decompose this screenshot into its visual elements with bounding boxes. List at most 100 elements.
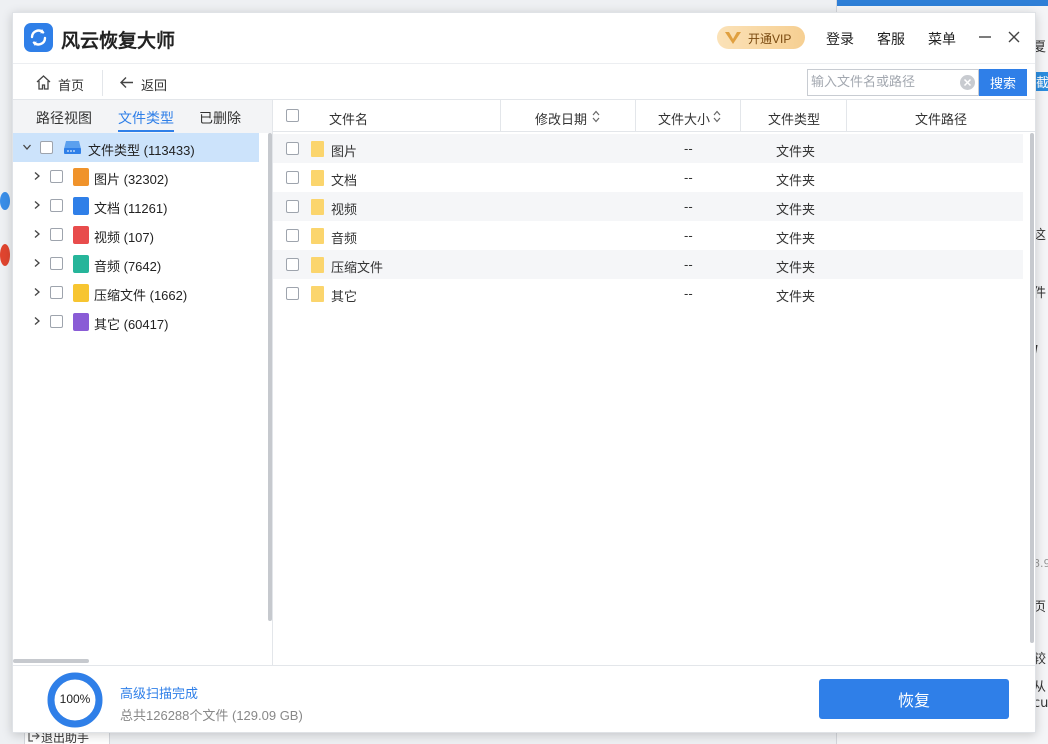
table-row[interactable]: 文档 -- 文件夹 (273, 163, 1023, 192)
tree-item-other[interactable]: 其它 (60417) (13, 307, 259, 336)
document-icon (73, 197, 89, 215)
video-icon (73, 226, 89, 244)
tree-item-label: 文档 (11261) (94, 201, 168, 216)
tree-checkbox[interactable] (40, 141, 53, 154)
recover-button[interactable]: 恢复 (819, 679, 1009, 719)
column-header-path[interactable]: 文件路径 (847, 100, 1035, 132)
cell-name: 文档 (331, 173, 358, 188)
navigation-bar: 首页 返回 搜索 (13, 63, 1035, 100)
cell-name: 音频 (331, 231, 358, 246)
tab-file-type[interactable]: 文件类型 (118, 108, 174, 132)
table-row[interactable]: 音频 -- 文件夹 (273, 221, 1023, 250)
sort-icon[interactable] (591, 110, 601, 123)
row-checkbox[interactable] (286, 142, 299, 155)
tree-root-file-type[interactable]: 文件类型 (113433) (13, 133, 259, 162)
tree-checkbox[interactable] (50, 199, 63, 212)
folder-icon (311, 228, 324, 244)
tree-horizontal-scrollbar[interactable] (13, 659, 89, 663)
search-input[interactable] (811, 73, 957, 92)
column-label: 文件路径 (915, 112, 968, 127)
tree-item-label: 视频 (107) (94, 230, 154, 245)
tree-item-videos[interactable]: 视频 (107) (13, 220, 259, 249)
tree-item-archives[interactable]: 压缩文件 (1662) (13, 278, 259, 307)
cell-name: 图片 (331, 144, 358, 159)
other-icon (73, 313, 89, 331)
search-button[interactable]: 搜索 (979, 69, 1027, 96)
chevron-right-icon[interactable] (32, 287, 42, 297)
tree-item-documents[interactable]: 文档 (11261) (13, 191, 259, 220)
table-vertical-scrollbar[interactable] (1030, 133, 1034, 643)
service-link[interactable]: 客服 (877, 29, 905, 49)
tree-checkbox[interactable] (50, 286, 63, 299)
view-tabs: 路径视图 文件类型 已删除 (13, 100, 272, 133)
tree-item-images[interactable]: 图片 (32302) (13, 162, 259, 191)
home-button[interactable]: 首页 (35, 73, 95, 93)
tree-checkbox[interactable] (50, 315, 63, 328)
cell-name: 压缩文件 (331, 260, 384, 275)
menu-link[interactable]: 菜单 (928, 29, 956, 49)
row-checkbox[interactable] (286, 287, 299, 300)
back-arrow-icon (120, 77, 133, 88)
back-button[interactable]: 返回 (118, 73, 178, 93)
cell-size: -- (684, 286, 693, 301)
cell-type: 文件夹 (776, 202, 816, 217)
table-row[interactable]: 图片 -- 文件夹 (273, 134, 1023, 163)
tree-item-audio[interactable]: 音频 (7642) (13, 249, 259, 278)
select-all-checkbox[interactable] (286, 109, 299, 122)
folder-icon (311, 141, 324, 157)
status-footer: 100% 高级扫描完成 总共126288个文件 (129.09 GB) 恢复 (13, 665, 1035, 732)
column-header-name[interactable]: 文件名 (309, 100, 501, 132)
sort-icon[interactable] (712, 110, 722, 123)
table-row[interactable]: 其它 -- 文件夹 (273, 279, 1023, 308)
row-checkbox[interactable] (286, 171, 299, 184)
row-checkbox[interactable] (286, 200, 299, 213)
chevron-right-icon[interactable] (32, 200, 42, 210)
tab-deleted[interactable]: 已删除 (199, 108, 241, 132)
column-header-type[interactable]: 文件类型 (741, 100, 847, 132)
tree-item-label: 音频 (7642) (94, 259, 162, 274)
table-row[interactable]: 视频 -- 文件夹 (273, 192, 1023, 221)
tab-path-view[interactable]: 路径视图 (36, 108, 92, 132)
tree-checkbox[interactable] (50, 170, 63, 183)
tree-vertical-scrollbar[interactable] (268, 133, 272, 621)
table-row[interactable]: 压缩文件 -- 文件夹 (273, 250, 1023, 279)
cell-type: 文件夹 (776, 260, 816, 275)
clear-search-button[interactable] (960, 75, 975, 90)
chevron-right-icon[interactable] (32, 171, 42, 181)
title-bar: 风云恢复大师 开通VIP 登录 客服 菜单 (13, 13, 1035, 63)
app-title: 风云恢复大师 (61, 30, 176, 52)
close-button[interactable] (1004, 27, 1024, 47)
chevron-down-icon[interactable] (22, 142, 32, 152)
cell-name: 视频 (331, 202, 358, 217)
minimize-button[interactable] (975, 27, 995, 47)
background-icon (0, 192, 10, 210)
left-panel: 路径视图 文件类型 已删除 文件类型 (113433) 图片 (32302) 文… (13, 100, 273, 665)
tree-item-label: 其它 (60417) (94, 317, 169, 332)
archive-icon (73, 284, 89, 302)
column-header-date[interactable]: 修改日期 (501, 100, 636, 132)
vip-crown-icon (725, 32, 741, 44)
column-label: 文件名 (329, 112, 369, 127)
chevron-right-icon[interactable] (32, 229, 42, 239)
cell-type: 文件夹 (776, 231, 816, 246)
scan-status-title: 高级扫描完成 (120, 687, 199, 702)
app-logo-icon (24, 23, 53, 52)
login-link[interactable]: 登录 (826, 29, 854, 49)
chevron-right-icon[interactable] (32, 316, 42, 326)
search-field[interactable] (807, 69, 979, 96)
vip-label: 开通VIP (748, 32, 792, 46)
tree-checkbox[interactable] (50, 257, 63, 270)
tree-checkbox[interactable] (50, 228, 63, 241)
chevron-right-icon[interactable] (32, 258, 42, 268)
row-checkbox[interactable] (286, 229, 299, 242)
row-checkbox[interactable] (286, 258, 299, 271)
folder-icon (311, 199, 324, 215)
table-header: 文件名 修改日期 文件大小 文件类型 文件路径 (273, 100, 1035, 132)
home-icon (36, 75, 51, 90)
folder-icon (311, 257, 324, 273)
cell-type: 文件夹 (776, 144, 816, 159)
folder-icon (311, 170, 324, 186)
column-header-size[interactable]: 文件大小 (636, 100, 741, 132)
cell-size: -- (684, 257, 693, 272)
vip-button[interactable]: 开通VIP (717, 26, 805, 49)
